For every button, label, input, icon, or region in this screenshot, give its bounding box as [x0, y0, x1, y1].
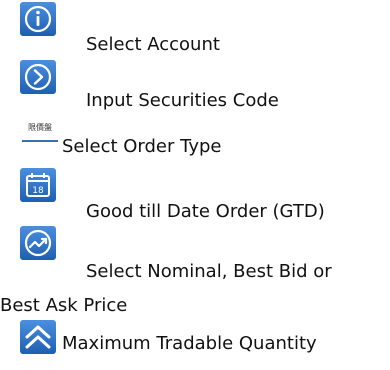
order-type-tag-icon: 限價盤: [28, 123, 52, 132]
label-input-securities-code: Input Securities Code: [86, 90, 279, 111]
chevron-right-circle-icon: [20, 60, 56, 94]
label-select-nominal-line2: Best Ask Price: [0, 295, 128, 316]
label-maximum-tradable-quantity: Maximum Tradable Quantity: [62, 333, 317, 354]
label-select-order-type: Select Order Type: [62, 136, 222, 157]
double-chevron-up-icon: [20, 320, 56, 354]
label-select-nominal-line1: Select Nominal, Best Bid or: [86, 261, 332, 282]
info-icon: [20, 2, 56, 36]
order-type-underline: [22, 140, 58, 142]
calendar-icon: 18: [20, 168, 56, 202]
trend-circle-icon: [20, 226, 56, 260]
label-good-till-date: Good till Date Order (GTD): [86, 201, 325, 222]
svg-text:18: 18: [32, 186, 44, 196]
label-select-account: Select Account: [86, 34, 220, 55]
